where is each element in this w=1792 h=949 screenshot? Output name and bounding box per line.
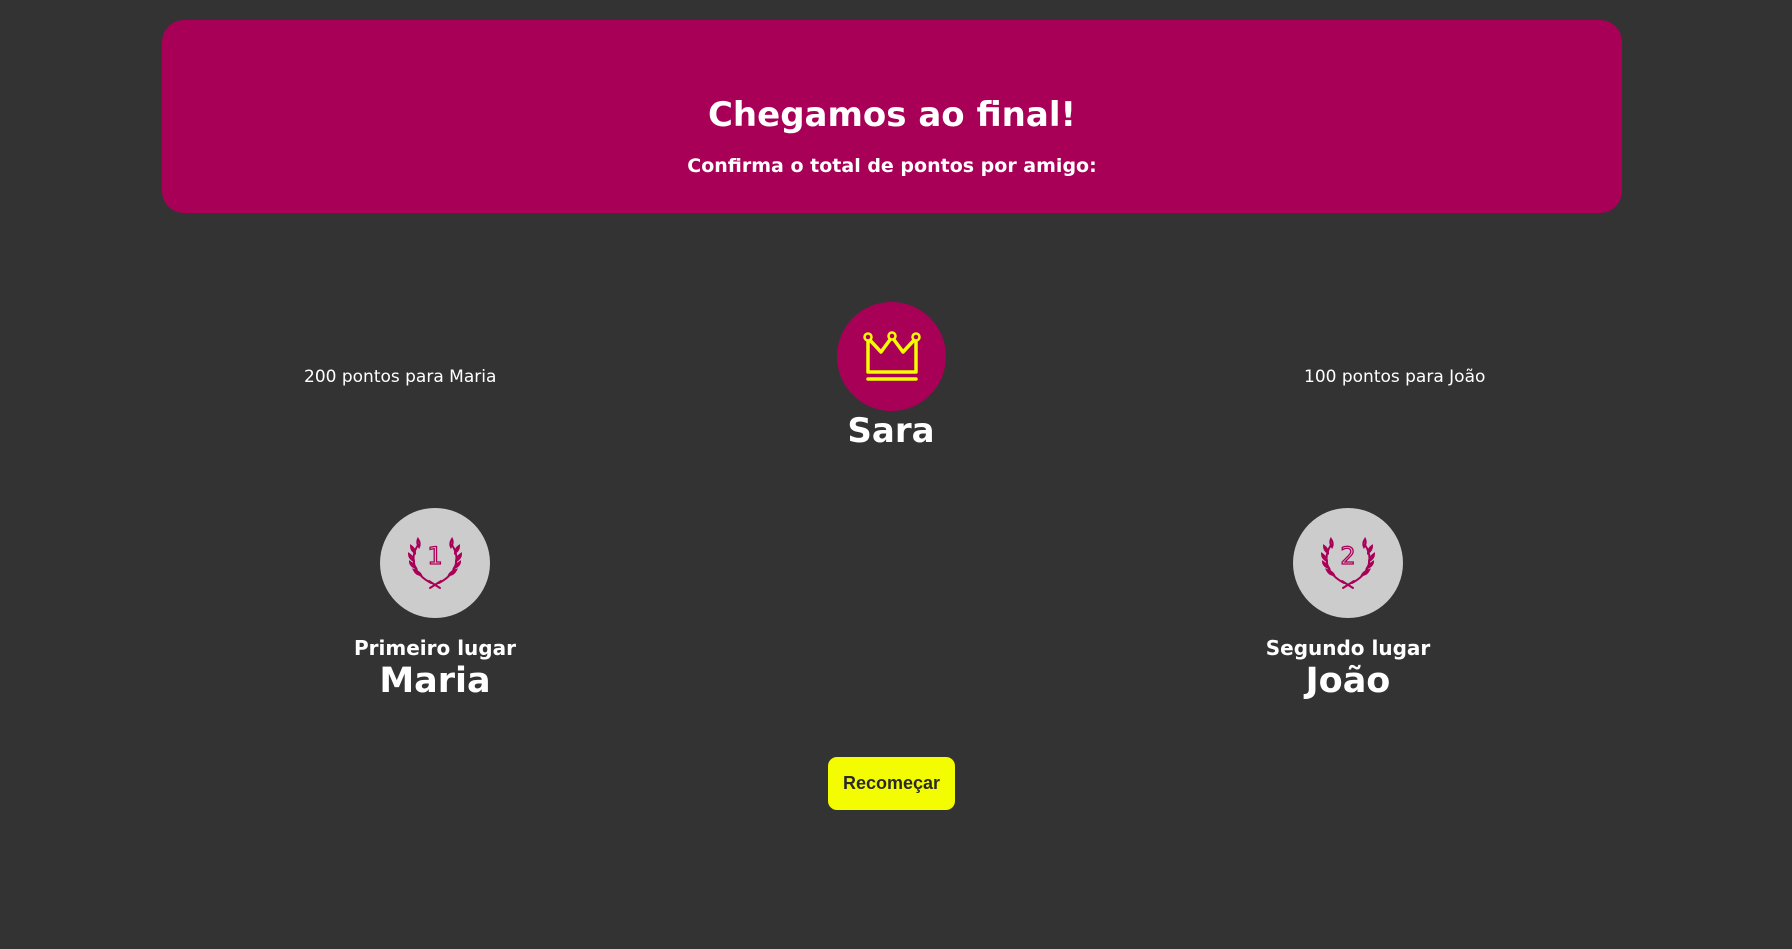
winner-avatar xyxy=(837,302,946,411)
page-title: Chegamos ao final! xyxy=(707,95,1076,135)
score-text-maria: 200 pontos para Maria xyxy=(304,367,497,387)
second-place-name: João xyxy=(1305,661,1391,701)
medal-number: 1 xyxy=(427,542,442,570)
restart-button[interactable]: Recomeçar xyxy=(828,757,955,810)
medal-number: 2 xyxy=(1340,542,1355,570)
winner-name: Sara xyxy=(847,411,935,451)
laurel-medal-icon: 2 xyxy=(1320,537,1376,589)
first-place-name: Maria xyxy=(379,661,491,701)
crown-icon xyxy=(862,330,921,381)
score-text-joao: 100 pontos para João xyxy=(1304,367,1486,387)
first-place-medal: 1 xyxy=(380,508,490,618)
laurel-medal-icon: 1 xyxy=(407,537,463,589)
page-subtitle: Confirma o total de pontos por amigo: xyxy=(687,155,1097,177)
first-place-label: Primeiro lugar xyxy=(354,636,516,660)
second-place-medal: 2 xyxy=(1293,508,1403,618)
header-banner: Chegamos ao final! Confirma o total de p… xyxy=(162,20,1622,213)
second-place-label: Segundo lugar xyxy=(1265,636,1431,660)
